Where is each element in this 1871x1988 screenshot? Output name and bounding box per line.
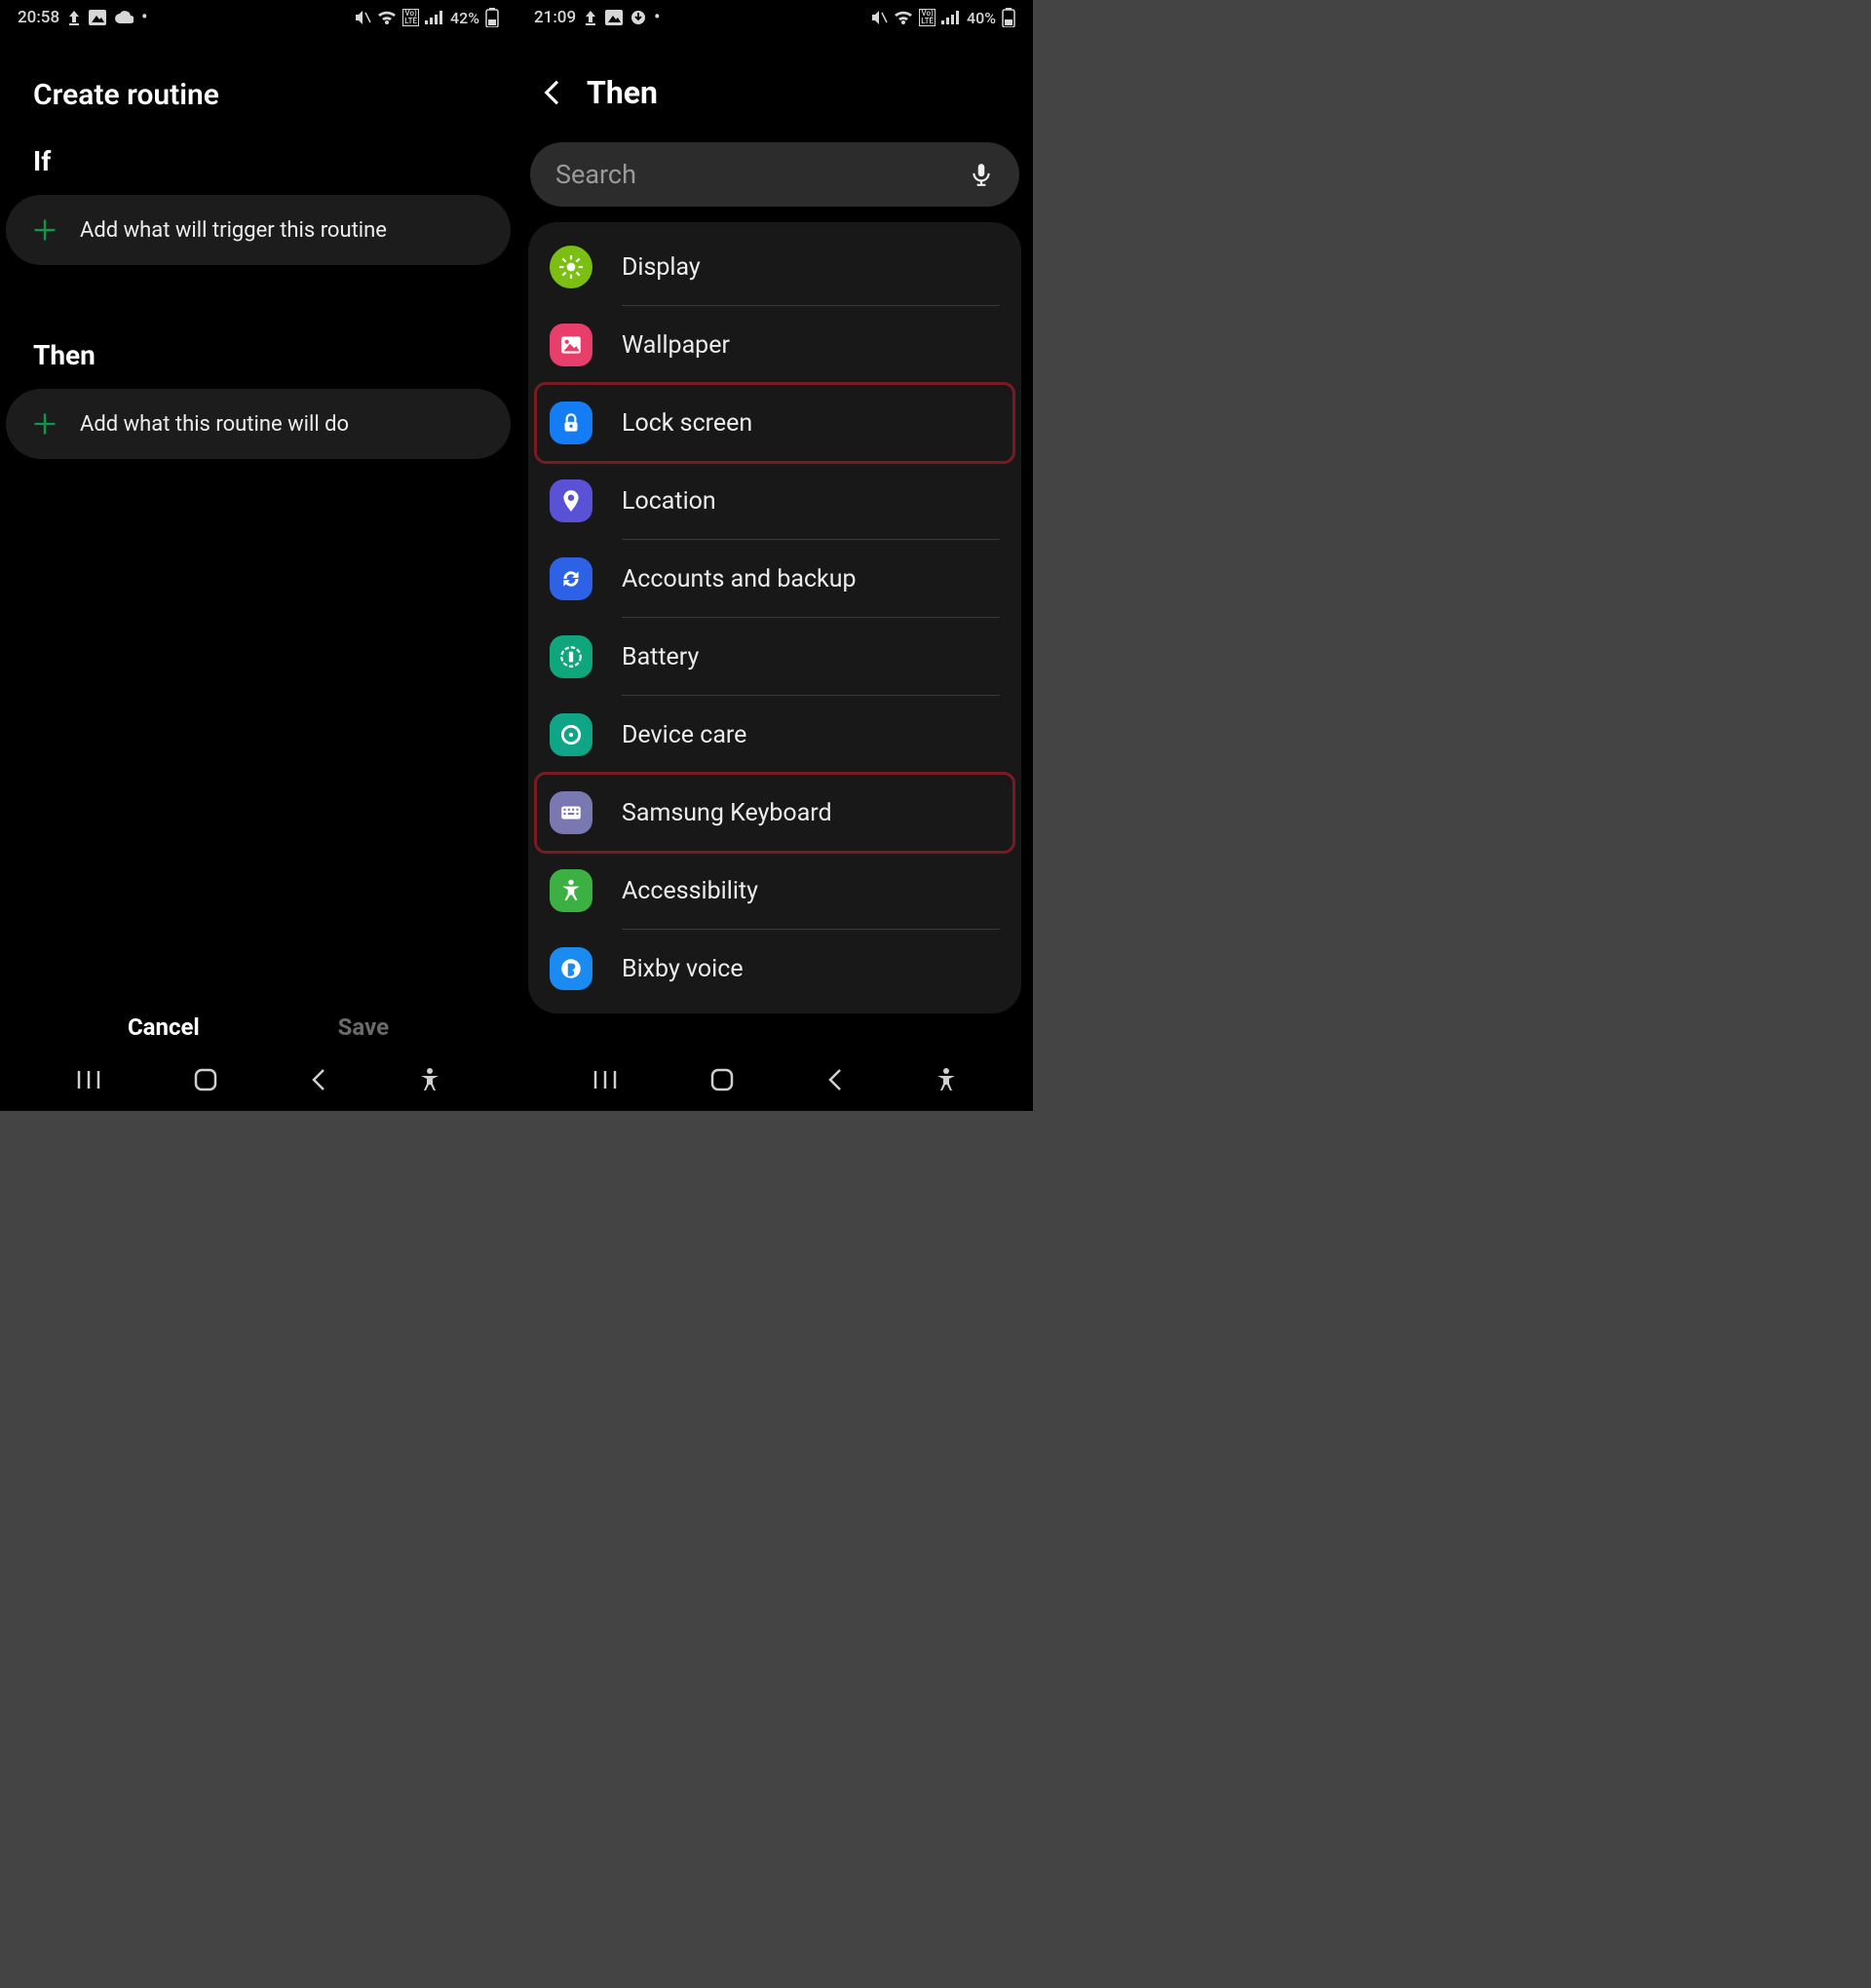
mute-icon: [870, 10, 888, 25]
list-item-label: Battery: [622, 643, 699, 671]
battery-percent: 40%: [967, 9, 996, 27]
battery-icon: [485, 8, 499, 27]
status-bar: 21:09 • Vo)LTE 40%: [516, 0, 1033, 35]
search-placeholder: Search: [555, 159, 636, 190]
navigation-bar: [0, 1052, 516, 1111]
accessibility-button[interactable]: [418, 1067, 441, 1092]
keyboard-icon: [550, 791, 592, 834]
accessibility-icon: [550, 869, 592, 912]
recent-apps-button[interactable]: [75, 1069, 102, 1090]
volte-icon: Vo)LTE: [402, 9, 419, 26]
status-bar: 20:58 • Vo)LTE 42%: [0, 0, 516, 35]
if-section-label: If: [0, 120, 516, 195]
list-item[interactable]: Display: [528, 228, 1021, 306]
home-button[interactable]: [709, 1067, 735, 1092]
picture-icon: [89, 10, 106, 25]
home-button[interactable]: [193, 1067, 218, 1092]
sync-icon: [550, 557, 592, 600]
list-item-label: Location: [622, 487, 716, 516]
page-title: Create routine: [0, 35, 516, 120]
more-indicator-icon: •: [141, 9, 147, 26]
pin-icon: [550, 479, 592, 522]
list-item[interactable]: Samsung Keyboard: [528, 774, 1021, 852]
signal-icon: [941, 11, 959, 24]
add-trigger-label: Add what will trigger this routine: [80, 218, 387, 243]
list-item-label: Samsung Keyboard: [622, 799, 832, 827]
mic-icon[interactable]: [969, 162, 994, 187]
phone-left: 20:58 • Vo)LTE 42% Create routine If Add…: [0, 0, 516, 1111]
search-input[interactable]: Search: [530, 142, 1019, 207]
plus-icon: [31, 410, 58, 438]
back-icon[interactable]: [538, 78, 567, 107]
list-item[interactable]: Location: [528, 462, 1021, 540]
wifi-icon: [377, 11, 397, 25]
lock-icon: [550, 401, 592, 444]
list-item[interactable]: Lock screen: [528, 384, 1021, 462]
phone-right: 21:09 • Vo)LTE 40% Then Search Dis: [516, 0, 1033, 1111]
picture-icon: [605, 10, 623, 25]
picture-icon: [550, 324, 592, 366]
list-item[interactable]: Accounts and backup: [528, 540, 1021, 618]
list-item[interactable]: Wallpaper: [528, 306, 1021, 384]
status-time: 21:09: [534, 8, 576, 27]
cancel-button[interactable]: Cancel: [128, 1013, 200, 1041]
list-item-label: Bixby voice: [622, 955, 744, 983]
plus-icon: [31, 216, 58, 244]
upload-icon: [584, 10, 597, 25]
back-button[interactable]: [826, 1067, 844, 1092]
battery-percent: 42%: [450, 9, 479, 27]
mute-icon: [354, 10, 371, 25]
then-title: Then: [587, 74, 658, 111]
list-item[interactable]: Bixby voice: [528, 930, 1021, 1008]
accessibility-button[interactable]: [935, 1067, 958, 1092]
upload-icon: [67, 10, 81, 25]
wifi-icon: [894, 11, 913, 25]
download-icon: [630, 10, 646, 25]
list-item[interactable]: Battery: [528, 618, 1021, 696]
list-item-label: Display: [622, 253, 701, 282]
save-button[interactable]: Save: [338, 1013, 389, 1041]
devicecare-icon: [550, 713, 592, 756]
then-section-label: Then: [0, 314, 516, 389]
list-item[interactable]: Device care: [528, 696, 1021, 774]
volte-icon: Vo)LTE: [919, 9, 936, 26]
list-item-label: Accounts and backup: [622, 565, 857, 593]
bixby-icon: [550, 947, 592, 990]
add-action-button[interactable]: Add what this routine will do: [6, 389, 511, 459]
back-button[interactable]: [310, 1067, 327, 1092]
list-item[interactable]: Accessibility: [528, 852, 1021, 930]
navigation-bar: [516, 1052, 1033, 1111]
action-list: Display Wallpaper Lock screen Location Accou…: [528, 222, 1021, 1013]
list-item-label: Device care: [622, 721, 746, 749]
signal-icon: [425, 11, 442, 24]
brightness-icon: [550, 246, 592, 288]
cloud-icon: [114, 11, 134, 24]
status-time: 20:58: [18, 8, 59, 27]
recent-apps-button[interactable]: [592, 1069, 619, 1090]
add-trigger-button[interactable]: Add what will trigger this routine: [6, 195, 511, 265]
list-item-label: Lock screen: [622, 409, 752, 438]
add-action-label: Add what this routine will do: [80, 412, 349, 437]
battery-icon: [1002, 8, 1015, 27]
list-item-label: Wallpaper: [622, 331, 730, 360]
battery-icon: [550, 635, 592, 678]
more-indicator-icon: •: [654, 9, 660, 26]
list-item-label: Accessibility: [622, 877, 758, 905]
